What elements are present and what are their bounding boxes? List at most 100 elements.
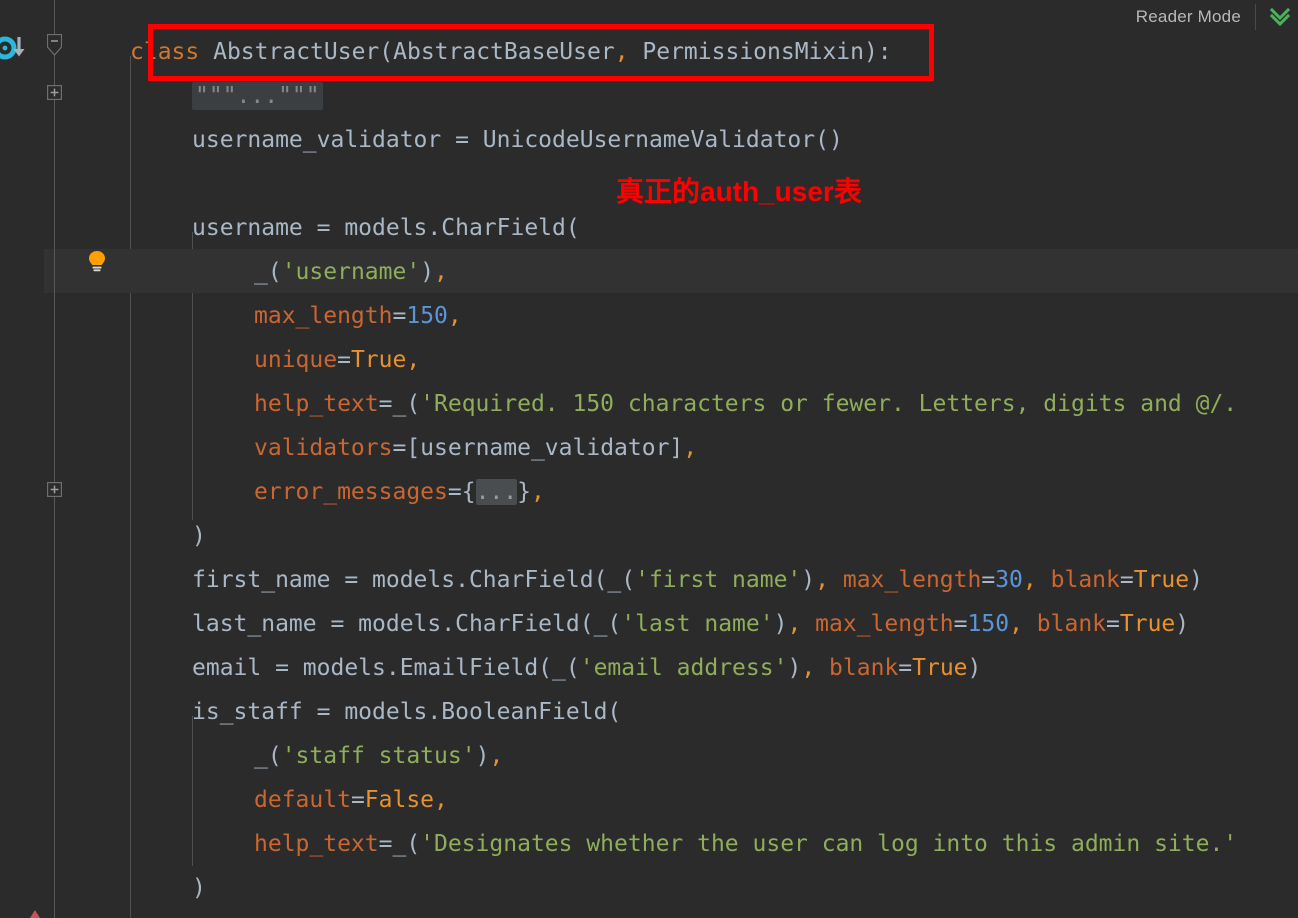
code-token: , xyxy=(614,39,629,65)
code-token: , xyxy=(683,435,698,461)
code-token: 150 xyxy=(967,611,1010,637)
code-token: PermissionsMixin) xyxy=(628,39,878,65)
code-token: 'username' xyxy=(281,259,421,285)
code-token: ) xyxy=(475,743,490,769)
fold-expand-icon[interactable] xyxy=(47,85,63,101)
code-token: max_length xyxy=(815,611,954,637)
code-token: , xyxy=(815,567,829,593)
code-token: 'Required. 150 characters or fewer. Lett… xyxy=(420,391,1238,417)
code-token: , xyxy=(406,347,421,373)
code-token: , xyxy=(530,479,545,505)
code-line[interactable]: last_name = models.CharField(_('last nam… xyxy=(192,602,1189,646)
code-token: = xyxy=(1106,611,1120,637)
toolbar-divider xyxy=(1255,4,1256,30)
code-editor-surface[interactable]: class AbstractUser(AbstractBaseUser, Per… xyxy=(124,0,1298,918)
annotation-note-text: 真正的auth_user表 xyxy=(616,176,862,207)
code-token: blank xyxy=(1036,611,1107,637)
code-line[interactable]: help_text=_('Designates whether the user… xyxy=(254,822,1237,866)
code-line[interactable]: is_staff = models.BooleanField( xyxy=(192,690,621,734)
code-line[interactable]: ) xyxy=(192,514,206,558)
code-token: 150 xyxy=(406,303,448,329)
reader-mode-toolbar: Reader Mode xyxy=(1136,0,1298,34)
code-token: max_length xyxy=(842,567,982,593)
code-token: True xyxy=(350,347,407,373)
code-token: blank xyxy=(1050,567,1120,593)
code-token: , xyxy=(801,655,816,681)
code-line[interactable]: unique=True, xyxy=(254,338,420,382)
code-token: max_length xyxy=(254,303,393,329)
fold-expand-icon[interactable] xyxy=(47,482,63,498)
code-token: default xyxy=(254,787,351,813)
code-line[interactable]: username = models.CharField( xyxy=(192,206,580,250)
indent-guide xyxy=(192,716,193,866)
code-token: , xyxy=(434,787,448,813)
code-token: 'last name' xyxy=(621,611,774,637)
code-token: ) xyxy=(787,655,802,681)
class-marker-icon[interactable] xyxy=(0,33,36,63)
code-line[interactable]: """...""" xyxy=(192,74,323,118)
code-token: , xyxy=(434,259,448,285)
code-line[interactable]: max_length=150, xyxy=(254,294,462,338)
code-line[interactable]: validators=[username_validator], xyxy=(254,426,697,470)
code-line[interactable]: email = models.EmailField(_('email addre… xyxy=(192,646,981,690)
editor-left-gutter xyxy=(0,0,44,918)
code-line[interactable]: _('staff status'), xyxy=(254,734,503,778)
code-token: last_name = models.CharField(_( xyxy=(192,611,622,637)
code-token: ) xyxy=(1189,567,1203,593)
code-token: = xyxy=(337,347,351,373)
code-token: False xyxy=(364,787,435,813)
error-stripe-marker[interactable] xyxy=(30,910,40,918)
code-token: True xyxy=(912,655,968,681)
code-token: , xyxy=(447,303,462,329)
code-token: _( xyxy=(254,259,282,285)
code-line[interactable]: _('username'), xyxy=(254,250,448,294)
indent-guide xyxy=(130,56,131,918)
code-token: AbstractUser(AbstractBaseUser xyxy=(213,39,615,65)
code-token: : xyxy=(877,39,892,65)
code-line[interactable]: default=False, xyxy=(254,778,448,822)
code-token: error_messages xyxy=(254,479,448,505)
code-token: ) xyxy=(801,567,816,593)
code-token: } xyxy=(517,479,531,505)
code-token: = xyxy=(392,303,407,329)
fold-collapse-icon[interactable] xyxy=(46,33,63,56)
fold-rail xyxy=(54,0,55,918)
code-line[interactable]: first_name = models.CharField(_('first n… xyxy=(192,558,1203,602)
code-token: = xyxy=(1119,567,1134,593)
ide-editor-window: class AbstractUser(AbstractBaseUser, Per… xyxy=(0,0,1298,918)
code-token: , xyxy=(489,743,504,769)
lightbulb-icon[interactable] xyxy=(84,249,110,275)
code-token: ) xyxy=(192,523,206,549)
code-token: 'first name' xyxy=(635,567,802,593)
code-token: ) xyxy=(773,611,788,637)
code-token: ) xyxy=(967,655,982,681)
code-token: class xyxy=(130,39,200,65)
code-token: unique xyxy=(254,347,338,373)
code-token: = xyxy=(953,611,968,637)
code-line[interactable]: class AbstractUser(AbstractBaseUser, Per… xyxy=(130,30,892,74)
code-line[interactable]: username_validator = UnicodeUsernameVali… xyxy=(192,118,843,162)
code-line[interactable]: error_messages={...}, xyxy=(254,470,545,514)
code-token: help_text xyxy=(254,391,379,417)
code-token: ) xyxy=(1175,611,1190,637)
code-token: , xyxy=(787,611,802,637)
code-token: 'staff status' xyxy=(281,743,476,769)
code-token: is_staff = models.BooleanField( xyxy=(192,699,622,725)
code-token: email = models.EmailField(_( xyxy=(192,655,580,681)
code-token: first_name = models.CharField(_( xyxy=(192,567,636,593)
code-token: validators xyxy=(254,435,393,461)
code-token: ={ xyxy=(447,479,476,505)
code-token: = xyxy=(981,567,996,593)
code-line[interactable]: help_text=_('Required. 150 characters or… xyxy=(254,382,1237,426)
code-token: help_text xyxy=(254,831,379,857)
double-chevron-check-icon[interactable] xyxy=(1268,5,1292,29)
code-token: username_validator = UnicodeUsernameVali… xyxy=(192,127,843,153)
code-token: 'email address' xyxy=(579,655,788,681)
code-line[interactable]: ) xyxy=(192,866,206,910)
code-token: username = models.CharField( xyxy=(192,215,580,241)
reader-mode-label[interactable]: Reader Mode xyxy=(1136,7,1255,27)
